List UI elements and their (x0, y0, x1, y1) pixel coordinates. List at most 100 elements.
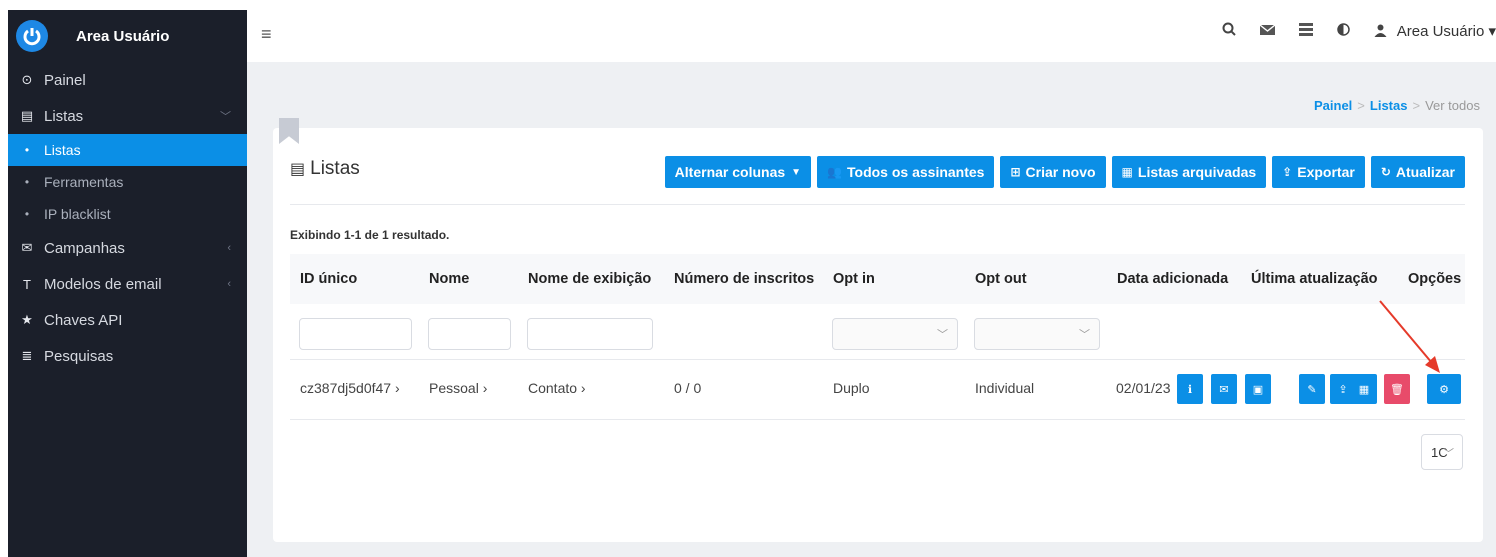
address-card-icon[interactable]: ▣ (1245, 374, 1271, 404)
search-icon[interactable] (1222, 22, 1237, 40)
cell-opt-in: Duplo (833, 380, 870, 396)
info-icon[interactable]: ℹ (1177, 374, 1203, 404)
bookmark-ribbon-icon (279, 118, 299, 144)
list-icon: ▤ (290, 161, 306, 178)
create-new-button[interactable]: ⊞ Criar novo (1000, 156, 1106, 188)
sidebar-subitem-listas[interactable]: • Listas (8, 134, 247, 166)
column-header[interactable]: ID único (300, 271, 357, 287)
refresh-icon: ↻ (1380, 165, 1391, 179)
archived-lists-button[interactable]: ▦ Listas arquivadas (1111, 156, 1267, 188)
export-button[interactable]: ⇪ Exportar (1272, 156, 1365, 188)
name-filter-input[interactable] (428, 318, 511, 350)
cell-display-name[interactable]: Contato › (528, 380, 586, 396)
sidebar-item-label: Listas (44, 107, 84, 125)
column-header[interactable]: Nome (429, 271, 469, 287)
cell-name[interactable]: Pessoal › (429, 380, 487, 396)
display-name-filter-input[interactable] (527, 318, 653, 350)
archive-icon: ▦ (1121, 165, 1133, 179)
sidebar-item-label: Campanhas (44, 239, 125, 257)
column-header[interactable]: Data adicionada (1117, 271, 1228, 287)
edit-icon[interactable]: ✎ (1299, 374, 1325, 404)
brand-title: Area Usuário (76, 27, 170, 45)
sidebar-item-label: Chaves API (44, 311, 123, 329)
page-title-text: Listas (310, 158, 360, 179)
sidebar-item-modelos-de-email[interactable]: T Modelos de email ‹ (8, 266, 247, 302)
archive-icon[interactable]: ▦ (1351, 374, 1377, 404)
cell-subscribers: 0 / 0 (674, 380, 702, 396)
column-header[interactable]: Nome de exibição (528, 271, 651, 287)
all-subscribers-button[interactable]: 👥 Todos os assinantes (817, 156, 995, 188)
bullet-icon: • (24, 207, 30, 221)
sidebar-item-campanhas[interactable]: ✉ Campanhas ‹ (8, 230, 247, 266)
top-bar-actions: Area Usuário ▾ (1222, 22, 1496, 40)
archived-lists-label: Listas arquivadas (1137, 164, 1257, 180)
refresh-button[interactable]: ↻ Atualizar (1370, 156, 1465, 188)
trash-icon[interactable]: 🗑 (1384, 374, 1410, 404)
user-name: Area Usuário (1396, 23, 1485, 40)
chevron-down-icon: ▾ (1488, 23, 1496, 40)
chevron-down-icon: ▼ (791, 166, 802, 178)
envelope-icon[interactable]: ✉ (1211, 374, 1237, 404)
user-icon (1374, 24, 1387, 37)
users-icon: 👥 (827, 165, 843, 179)
export-label: Exportar (1297, 164, 1355, 180)
all-subscribers-label: Todos os assinantes (847, 164, 985, 180)
sidebar-item-painel[interactable]: ⊙ Painel (8, 62, 247, 98)
column-header[interactable]: Número de inscritos (674, 271, 814, 287)
plus-square-icon: ⊞ (1010, 165, 1021, 179)
list-icon: ▤ (20, 108, 34, 123)
sidebar-subitem-ferramentas[interactable]: • Ferramentas (8, 166, 247, 198)
column-header[interactable]: Opt in (833, 271, 875, 287)
opt-out-filter-select[interactable]: ﹀ (974, 318, 1100, 350)
breadcrumb-home[interactable]: Painel (1314, 98, 1352, 113)
sidebar-item-listas[interactable]: ▤ Listas ﹀ (8, 98, 247, 134)
sidebar-item-pesquisas[interactable]: ≣ Pesquisas (8, 338, 247, 374)
text-icon: T (23, 276, 31, 292)
contrast-icon[interactable] (1337, 22, 1351, 40)
opt-in-filter-select[interactable]: ﹀ (832, 318, 958, 350)
card-toolbar: Alternar colunas ▼ 👥 Todos os assinantes… (664, 156, 1465, 188)
sidebar-item-label: Painel (44, 71, 86, 89)
envelope-icon: ✉ (21, 240, 33, 255)
cogs-icon[interactable]: ⚙ (1427, 374, 1461, 404)
sidebar-subitem-label: Listas (44, 142, 81, 158)
user-menu[interactable]: Area Usuário ▾ (1374, 22, 1496, 40)
sidebar-subitem-label: Ferramentas (44, 174, 124, 190)
filter-row: ﹀ ﹀ (290, 304, 1465, 360)
star-icon: ★ (21, 312, 33, 327)
column-header[interactable]: Opt out (975, 271, 1027, 287)
breadcrumb-separator: > (1357, 98, 1365, 113)
sidebar-item-chaves-api[interactable]: ★ Chaves API (8, 302, 247, 338)
cell-date-added: 02/01/23 (1116, 380, 1171, 396)
bars-icon: ≣ (21, 348, 33, 363)
chevron-left-icon: ‹ (227, 278, 231, 290)
cell-opt-out: Individual (975, 380, 1035, 396)
top-bar: ≡ Area Usuário ▾ (247, 10, 1496, 62)
column-header: Opções (1408, 271, 1462, 287)
sidebar-subitem-label: IP blacklist (44, 206, 111, 222)
server-icon[interactable] (1299, 22, 1314, 40)
chevron-down-icon: ﹀ (1079, 329, 1090, 341)
table-header: ID único Nome Nome de exibição Número de… (290, 254, 1465, 304)
id-filter-input[interactable] (299, 318, 412, 350)
breadcrumb: Painel > Listas > Ver todos (1314, 98, 1480, 113)
cell-id[interactable]: cz387dj5d0f47 › (300, 380, 400, 396)
clock-icon: ⊙ (21, 72, 33, 87)
sidebar-subitem-ip-blacklist[interactable]: • IP blacklist (8, 198, 247, 230)
lists-card: ▤ Listas Alternar colunas ▼ 👥 Todos os a… (273, 118, 1483, 542)
toggle-columns-button[interactable]: Alternar colunas ▼ (664, 156, 812, 188)
sidebar-brand[interactable]: Area Usuário (8, 10, 247, 62)
page-title: ▤ Listas (290, 158, 360, 180)
export-icon: ⇪ (1282, 165, 1293, 179)
sidebar-item-label: Modelos de email (44, 275, 162, 293)
hamburger-menu-icon[interactable]: ≡ (261, 24, 272, 45)
envelope-icon[interactable] (1259, 23, 1276, 40)
breadcrumb-listas[interactable]: Listas (1370, 98, 1408, 113)
column-header[interactable]: Última atualização (1251, 271, 1378, 287)
chevron-down-icon: ﹀ (220, 111, 231, 123)
chevron-down-icon: ﹀ (1443, 448, 1454, 460)
create-new-label: Criar novo (1025, 164, 1096, 180)
page-size-select[interactable]: 1C ﹀ (1421, 434, 1463, 470)
breadcrumb-current: Ver todos (1425, 98, 1480, 113)
divider (290, 204, 1465, 205)
